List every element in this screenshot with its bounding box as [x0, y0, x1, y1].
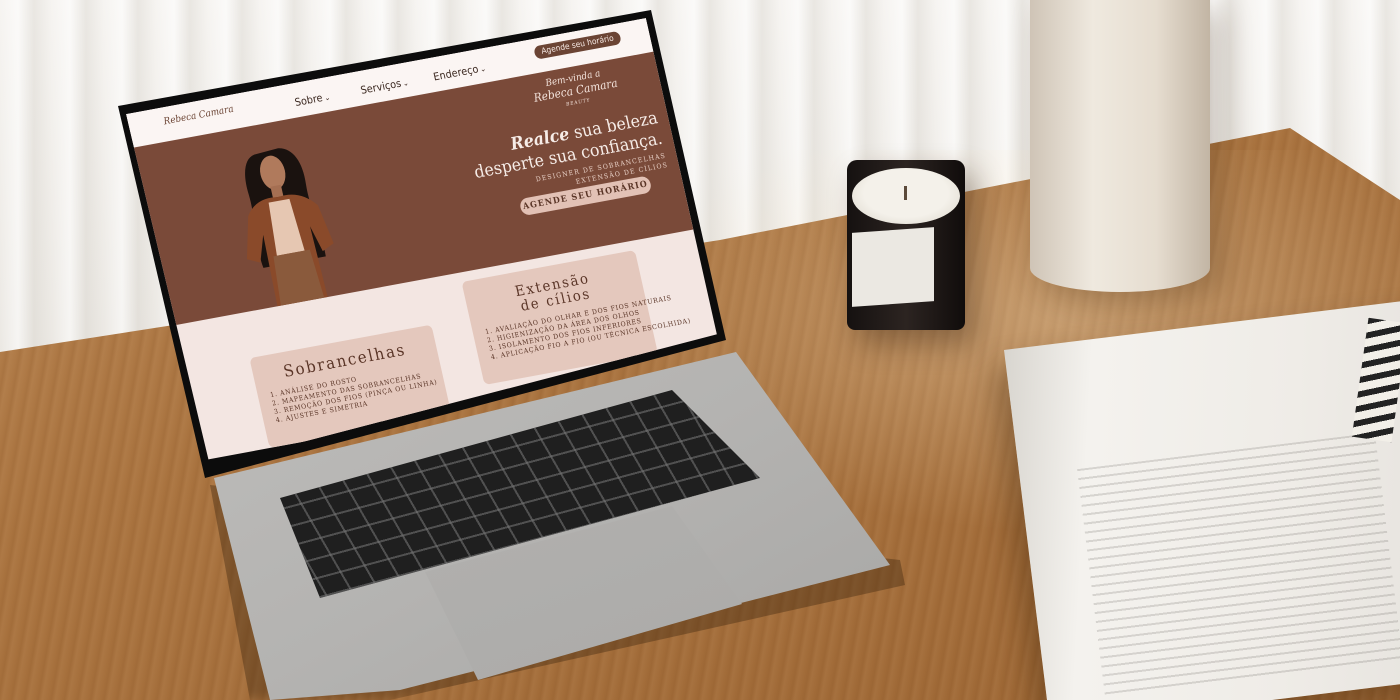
nav-link-sobre[interactable]: Sobre⌄: [294, 90, 332, 109]
candle-label: [852, 227, 934, 307]
nav-link-servicos[interactable]: Serviços⌄: [359, 76, 409, 97]
chevron-down-icon: ⌄: [323, 93, 332, 103]
portrait-photo: [245, 148, 334, 307]
site-logo[interactable]: Rebeca Camara: [163, 104, 235, 127]
welcome-badge: Bem-vinda a Rebeca Camara BEAUTY: [530, 65, 622, 117]
chevron-down-icon: ⌄: [479, 64, 487, 74]
nav-link-label: Endereço: [432, 62, 480, 84]
candle-wick: [904, 186, 907, 200]
nav-link-endereco[interactable]: Endereço⌄: [432, 61, 487, 83]
book-text: [1077, 432, 1400, 698]
chevron-down-icon: ⌄: [401, 78, 410, 89]
nav-link-label: Serviços: [359, 77, 403, 97]
ceramic-vase: [1030, 0, 1210, 292]
nav-link-label: Sobre: [293, 91, 324, 109]
